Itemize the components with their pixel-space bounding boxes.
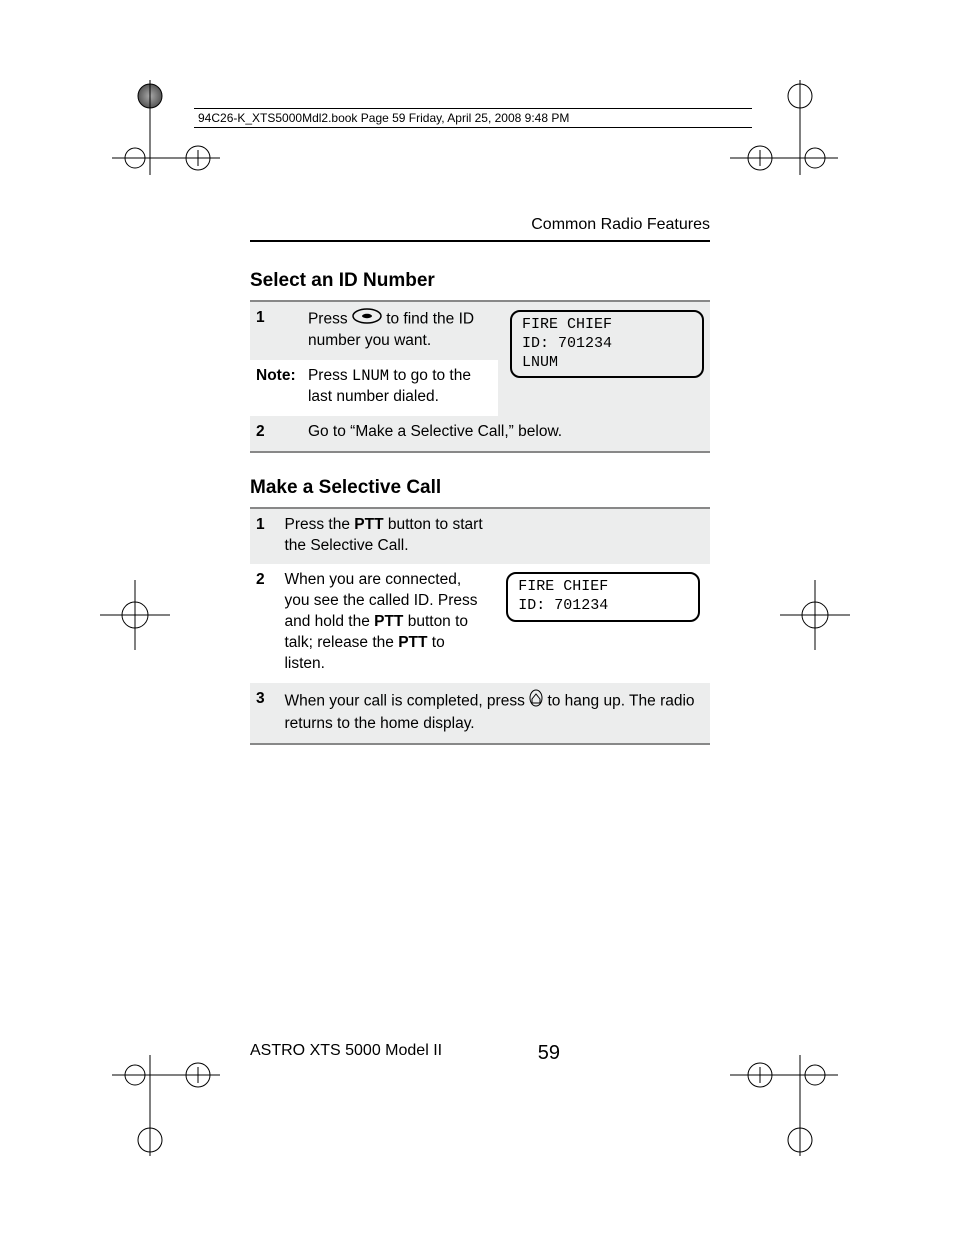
section-title-make-call: Make a Selective Call [250, 477, 710, 499]
display-line: ID: 701234 [518, 597, 688, 616]
step-row: 2 When you are connected, you see the ca… [250, 564, 710, 683]
step-number: 2 [250, 564, 278, 683]
running-header: Common Radio Features [250, 216, 710, 234]
display-cell: FIRE CHIEF ID: 701234 [494, 564, 710, 683]
page: 94C26-K_XTS5000Mdl2.book Page 59 Friday,… [0, 0, 954, 1235]
display-line: FIRE CHIEF [522, 316, 692, 335]
display-cell: FIRE CHIEF ID: 701234 LNUM [498, 301, 710, 416]
text: When your call is completed, press [284, 693, 529, 710]
page-number: 59 [538, 1042, 560, 1065]
page-content: Select an ID Number 1 Press to find the … [250, 270, 710, 745]
display-cell [494, 508, 710, 565]
step-text: Press to find the ID number you want. [302, 301, 498, 360]
step-row: 3 When your call is completed, press to … [250, 683, 710, 744]
select-id-steps: 1 Press to find the ID number you want. … [250, 300, 710, 453]
step-text: Press the PTT button to start the Select… [278, 508, 494, 565]
step-text: When you are connected, you see the call… [278, 564, 494, 683]
radio-display: FIRE CHIEF ID: 701234 LNUM [510, 310, 704, 378]
display-line: FIRE CHIEF [518, 578, 688, 597]
bold-term: PTT [354, 516, 383, 533]
bold-term: PTT [398, 634, 427, 651]
display-line: LNUM [522, 354, 692, 373]
section-make-call: Make a Selective Call 1 Press the PTT bu… [250, 477, 710, 745]
note-text: Press LNUM to go to the last number dial… [302, 360, 498, 416]
section-title-select-id: Select an ID Number [250, 270, 710, 292]
note-label: Note: [250, 360, 302, 416]
step-row: 2 Go to “Make a Selective Call,” below. [250, 416, 710, 452]
make-call-steps: 1 Press the PTT button to start the Sele… [250, 507, 710, 745]
step-row: 1 Press to find the ID number you want. … [250, 301, 710, 360]
oval-nav-icon [352, 308, 382, 331]
display-line: ID: 701234 [522, 335, 692, 354]
step-number: 2 [250, 416, 302, 452]
text: Press [308, 311, 352, 328]
book-tag: 94C26-K_XTS5000Mdl2.book Page 59 Friday,… [194, 108, 752, 128]
step-number: 1 [250, 301, 302, 360]
step-text: When your call is completed, press to ha… [278, 683, 710, 744]
softkey-name: LNUM [352, 367, 389, 385]
footer-model: ASTRO XTS 5000 Model II [250, 1042, 442, 1060]
step-number: 3 [250, 683, 278, 744]
step-text: Go to “Make a Selective Call,” below. [302, 416, 710, 452]
text: Press the [284, 516, 354, 533]
radio-display: FIRE CHIEF ID: 701234 [506, 572, 700, 622]
text: Press [308, 367, 352, 384]
step-number: 1 [250, 508, 278, 565]
home-button-icon [529, 689, 543, 714]
bold-term: PTT [374, 613, 403, 630]
header-rule [250, 240, 710, 242]
step-row: 1 Press the PTT button to start the Sele… [250, 508, 710, 565]
